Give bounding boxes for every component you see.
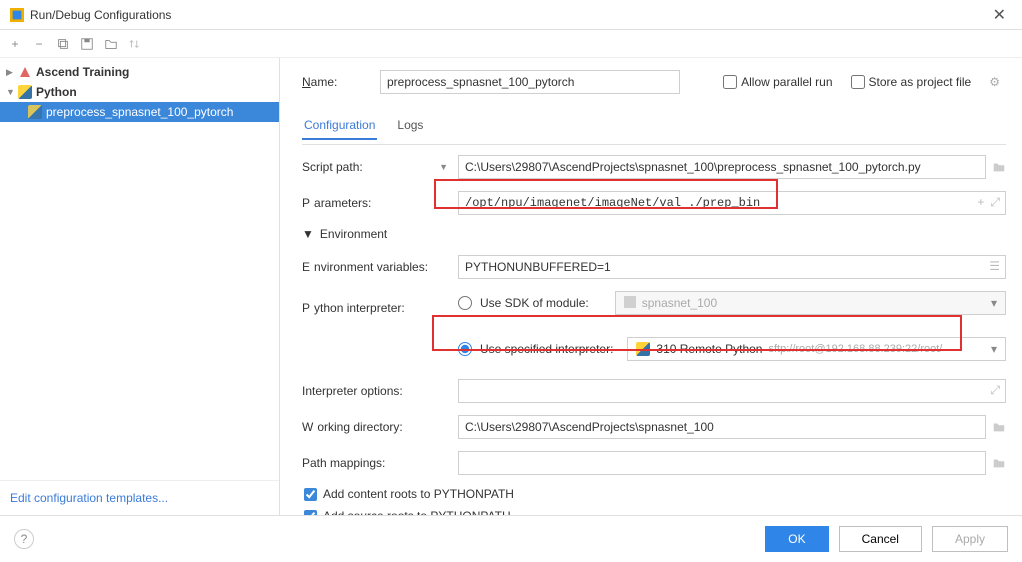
parameters-input[interactable]	[458, 191, 1006, 215]
interpreter-options-label: Interpreter options:	[302, 384, 448, 398]
module-icon	[624, 296, 636, 311]
form-scroll[interactable]: Configuration Logs Script path:▼ Paramet…	[280, 102, 1022, 515]
sort-icon[interactable]	[128, 37, 142, 51]
environment-section[interactable]: ▼ Environment	[302, 227, 1006, 241]
remove-icon[interactable]: −	[32, 37, 46, 51]
expand-icon[interactable]: ⤢	[990, 383, 1000, 398]
folder-icon[interactable]	[104, 37, 118, 51]
close-icon[interactable]: ✕	[987, 5, 1012, 25]
interpreter-options-input[interactable]	[458, 379, 1006, 403]
working-dir-label: Working directory:	[302, 420, 448, 434]
python-icon	[636, 342, 650, 356]
dialog-footer: ? OK Cancel Apply	[0, 515, 1022, 562]
interpreter-detail: sftp://root@192.168.88.239:22/root/	[768, 343, 942, 355]
python-interpreter-label: Python interpreter:	[302, 301, 448, 315]
chevron-down-icon: ▼	[302, 227, 314, 241]
tree-label: Ascend Training	[36, 65, 129, 79]
interpreter-select[interactable]: 310 Remote Python sftp://root@192.168.88…	[627, 337, 1006, 361]
tree-item-config[interactable]: preprocess_spnasnet_100_pytorch	[0, 102, 279, 122]
plus-icon[interactable]: +	[977, 195, 984, 210]
edit-templates-link[interactable]: Edit configuration templates...	[10, 491, 168, 505]
name-input[interactable]	[380, 70, 680, 94]
store-project-checkbox[interactable]: Store as project file	[851, 75, 972, 89]
sidebar: ▶ Ascend Training ▼ Python preprocess_sp…	[0, 58, 280, 515]
chevron-down-icon: ▾	[991, 296, 997, 310]
cancel-button[interactable]: Cancel	[839, 526, 922, 552]
parameters-label: Parameters:	[302, 196, 448, 210]
script-path-label: Script path:▼	[302, 160, 448, 174]
chevron-down-icon[interactable]: ▾	[991, 342, 997, 356]
python-icon	[18, 85, 32, 99]
sdk-module-select: spnasnet_100 ▾	[615, 291, 1006, 315]
help-button[interactable]: ?	[14, 529, 34, 549]
chevron-down-icon: ▼	[6, 87, 16, 97]
section-label: Environment	[320, 227, 387, 241]
list-icon[interactable]: ☰	[989, 259, 1000, 273]
tree-item-python[interactable]: ▼ Python	[0, 82, 279, 102]
ok-button[interactable]: OK	[765, 526, 828, 552]
folder-icon[interactable]	[992, 456, 1006, 470]
use-sdk-label: Use SDK of module:	[480, 296, 589, 310]
name-label: Name:	[302, 75, 370, 89]
use-specified-label: Use specified interpreter:	[480, 342, 613, 356]
add-content-roots-checkbox[interactable]: Add content roots to PYTHONPATH	[304, 487, 1006, 501]
ascend-icon	[18, 65, 32, 79]
copy-icon[interactable]	[56, 37, 70, 51]
tabs: Configuration Logs	[302, 112, 1006, 140]
app-icon	[10, 8, 24, 22]
folder-icon[interactable]	[992, 160, 1006, 174]
tree-item-ascend[interactable]: ▶ Ascend Training	[0, 62, 279, 82]
config-toolbar: + −	[0, 30, 1022, 58]
working-dir-input[interactable]	[458, 415, 986, 439]
save-icon[interactable]	[80, 37, 94, 51]
chevron-down-icon[interactable]: ▼	[439, 162, 448, 172]
expand-icon[interactable]: ⤢	[990, 195, 1000, 210]
sidebar-footer: Edit configuration templates...	[0, 480, 279, 515]
chevron-right-icon: ▶	[6, 67, 16, 78]
tab-configuration[interactable]: Configuration	[302, 112, 377, 140]
env-vars-input[interactable]	[458, 255, 1006, 279]
add-source-roots-checkbox[interactable]: Add source roots to PYTHONPATH	[304, 509, 1006, 515]
allow-parallel-checkbox[interactable]: Allow parallel run	[723, 75, 832, 89]
titlebar: Run/Debug Configurations ✕	[0, 0, 1022, 30]
main-panel: Name: Allow parallel run Store as projec…	[280, 58, 1022, 515]
apply-button[interactable]: Apply	[932, 526, 1008, 552]
gear-icon[interactable]: ⚙	[989, 75, 1000, 89]
folder-icon[interactable]	[992, 420, 1006, 434]
divider	[302, 144, 1006, 145]
env-vars-label: Environment variables:	[302, 260, 448, 274]
use-specified-radio[interactable]	[458, 342, 472, 356]
path-mappings-input[interactable]	[458, 451, 986, 475]
interpreter-name: 310 Remote Python	[656, 342, 762, 356]
tree-label: Python	[36, 85, 77, 99]
use-sdk-radio[interactable]	[458, 296, 472, 310]
add-icon[interactable]: +	[8, 37, 22, 51]
config-tree: ▶ Ascend Training ▼ Python preprocess_sp…	[0, 58, 279, 480]
path-mappings-label: Path mappings:	[302, 456, 448, 470]
tree-label: preprocess_spnasnet_100_pytorch	[46, 105, 233, 119]
tab-logs[interactable]: Logs	[395, 112, 425, 140]
script-path-input[interactable]	[458, 155, 986, 179]
python-icon	[28, 105, 42, 119]
window-title: Run/Debug Configurations	[30, 8, 171, 22]
